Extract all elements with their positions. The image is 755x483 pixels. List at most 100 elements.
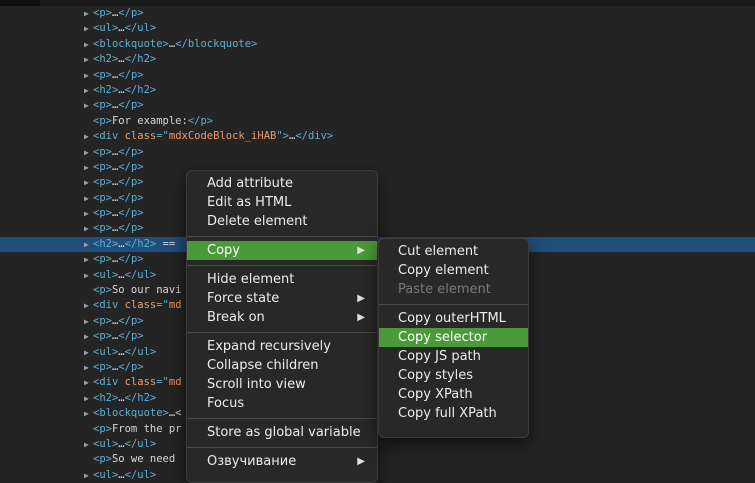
tag-token: </p> xyxy=(118,222,144,235)
triangle-right-icon[interactable]: ▶ xyxy=(84,206,92,221)
triangle-right-icon[interactable]: ▶ xyxy=(84,52,92,67)
dom-node-markup: <p>…</p> xyxy=(93,206,144,221)
copy-item-cut-element[interactable]: Cut element xyxy=(379,242,528,261)
tag-token: <h2> xyxy=(93,53,119,66)
copy-item-copy-js-path[interactable]: Copy JS path xyxy=(379,347,528,366)
menu-item-label: Copy selector xyxy=(398,330,488,345)
menu-item-force-state[interactable]: Force state ▶ xyxy=(187,289,377,308)
triangle-right-icon[interactable]: ▶ xyxy=(84,437,92,452)
triangle-right-icon[interactable]: ▶ xyxy=(84,360,92,375)
dom-node[interactable]: ▶ <p>…</p> xyxy=(0,68,755,83)
triangle-right-icon[interactable]: ▶ xyxy=(84,375,92,390)
menu-item-expand-recursively[interactable]: Expand recursively xyxy=(187,337,377,356)
menu-item-label: Add attribute xyxy=(207,176,294,191)
menu-item-озвучивание[interactable]: Озвучивание ▶ xyxy=(187,452,377,471)
triangle-right-icon[interactable]: ▶ xyxy=(84,129,92,144)
tag-token: </p> xyxy=(118,160,144,173)
menu-item-store-as-global-variable[interactable]: Store as global variable xyxy=(187,423,377,442)
triangle-right-icon[interactable]: ▶ xyxy=(84,68,92,83)
dom-node-markup: <p>For example:</p> xyxy=(93,114,213,129)
dom-node[interactable]: ▶ <h2>…</h2> xyxy=(0,52,755,67)
menu-item-scroll-into-view[interactable]: Scroll into view xyxy=(187,375,377,394)
triangle-right-icon[interactable]: ▶ xyxy=(84,298,92,313)
text-token: For example: xyxy=(111,114,188,127)
menu-item-label: Scroll into view xyxy=(207,377,306,392)
menu-item-delete-element[interactable]: Delete element xyxy=(187,212,377,231)
tag-token: =" xyxy=(156,376,169,389)
menu-item-add-attribute[interactable]: Add attribute xyxy=(187,174,377,193)
triangle-right-icon[interactable]: ▶ xyxy=(84,98,92,113)
copy-submenu: Cut element Copy element Paste element Copy… xyxy=(378,238,529,438)
triangle-right-icon[interactable]: ▶ xyxy=(84,314,92,329)
dom-node[interactable]: ▶ <p>…</p> xyxy=(0,145,755,160)
submenu-arrow-icon: ▶ xyxy=(357,456,365,467)
dom-node-markup: <ul>…</ul> xyxy=(93,468,156,483)
menu-item-copy[interactable]: Copy ▶ xyxy=(187,241,377,260)
triangle-right-icon[interactable]: ▶ xyxy=(84,268,92,283)
tag-token: <blockquote> xyxy=(93,37,169,50)
dom-node[interactable]: <p>For example:</p> xyxy=(0,114,755,129)
triangle-right-icon[interactable]: ▶ xyxy=(84,6,92,21)
menu-item-break-on[interactable]: Break on ▶ xyxy=(187,308,377,327)
dom-node-markup: <p>So our navi xyxy=(93,283,182,298)
menu-item-label: Break on xyxy=(207,310,265,325)
dom-node[interactable]: ▶ <h2>…</h2> xyxy=(0,83,755,98)
copy-item-copy-full-xpath[interactable]: Copy full XPath xyxy=(379,404,528,423)
menu-item-hide-element[interactable]: Hide element xyxy=(187,270,377,289)
dom-node-markup: <p>…</p> xyxy=(93,191,144,206)
triangle-right-icon[interactable]: ▶ xyxy=(84,252,92,267)
triangle-right-icon[interactable]: ▶ xyxy=(84,406,92,421)
tag-token: </p> xyxy=(118,360,144,373)
tag-token: =" xyxy=(156,130,169,143)
dom-node[interactable]: ▶ <blockquote>…</blockquote> xyxy=(0,37,755,52)
menu-item-label: Collapse children xyxy=(207,358,319,373)
menu-separator xyxy=(187,265,377,266)
tag-token: </ul> xyxy=(124,268,157,281)
dom-node[interactable]: ▶ <div class="mdxCodeBlock_iHAB">…</div> xyxy=(0,129,755,144)
triangle-right-icon[interactable]: ▶ xyxy=(84,145,92,160)
triangle-right-icon[interactable]: ▶ xyxy=(84,468,92,483)
dom-node-markup: <p>…</p> xyxy=(93,329,144,344)
triangle-right-icon[interactable]: ▶ xyxy=(84,37,92,52)
dom-node[interactable]: ▶ <p>…</p> xyxy=(0,98,755,113)
menu-separator xyxy=(187,447,377,448)
copy-item-copy-selector[interactable]: Copy selector xyxy=(379,328,528,347)
copy-item-copy-styles[interactable]: Copy styles xyxy=(379,366,528,385)
dom-node-markup: <ul>…</ul> xyxy=(93,437,156,452)
triangle-right-icon[interactable]: ▶ xyxy=(84,175,92,190)
copy-item-copy-xpath[interactable]: Copy XPath xyxy=(379,385,528,404)
triangle-right-icon[interactable]: ▶ xyxy=(84,21,92,36)
menu-separator xyxy=(379,304,528,305)
menu-item-label: Expand recursively xyxy=(207,339,331,354)
tag-token: <p> xyxy=(93,114,112,127)
tag-token: </p> xyxy=(118,68,144,81)
menu-item-collapse-children[interactable]: Collapse children xyxy=(187,356,377,375)
triangle-right-icon[interactable]: ▶ xyxy=(84,237,92,252)
text-token: So our navi xyxy=(111,284,182,297)
triangle-right-icon[interactable]: ▶ xyxy=(84,345,92,360)
context-menu: Add attribute Edit as HTML Delete element C… xyxy=(186,170,378,483)
triangle-right-icon[interactable]: ▶ xyxy=(84,221,92,236)
dom-node[interactable]: ▶ <p>…</p> xyxy=(0,6,755,21)
dom-node-markup: <div class="md xyxy=(93,298,182,313)
triangle-right-icon[interactable]: ▶ xyxy=(84,391,92,406)
dom-node-markup: <h2>…</h2> xyxy=(93,391,156,406)
menu-item-label: Delete element xyxy=(207,214,308,229)
triangle-right-icon[interactable]: ▶ xyxy=(84,160,92,175)
copy-item-copy-outerhtml[interactable]: Copy outerHTML xyxy=(379,309,528,328)
tag-token: <h2> xyxy=(93,83,119,96)
dom-node[interactable]: ▶ <ul>…</ul> xyxy=(0,21,755,36)
triangle-right-icon[interactable]: ▶ xyxy=(84,191,92,206)
copy-item-copy-element[interactable]: Copy element xyxy=(379,261,528,280)
tag-token: </p> xyxy=(118,145,144,158)
triangle-right-icon[interactable]: ▶ xyxy=(84,329,92,344)
menu-item-label: Copy JS path xyxy=(398,349,481,364)
tag-token: </h2> xyxy=(124,53,157,66)
menu-item-focus[interactable]: Focus xyxy=(187,394,377,413)
dom-node-markup: <p>…</p> xyxy=(93,98,144,113)
triangle-right-icon[interactable]: ▶ xyxy=(84,83,92,98)
tag-token: <p> xyxy=(93,7,112,19)
dom-node-markup: <p>…</p> xyxy=(93,160,144,175)
menu-item-edit-as-html[interactable]: Edit as HTML xyxy=(187,193,377,212)
menu-separator xyxy=(187,418,377,419)
